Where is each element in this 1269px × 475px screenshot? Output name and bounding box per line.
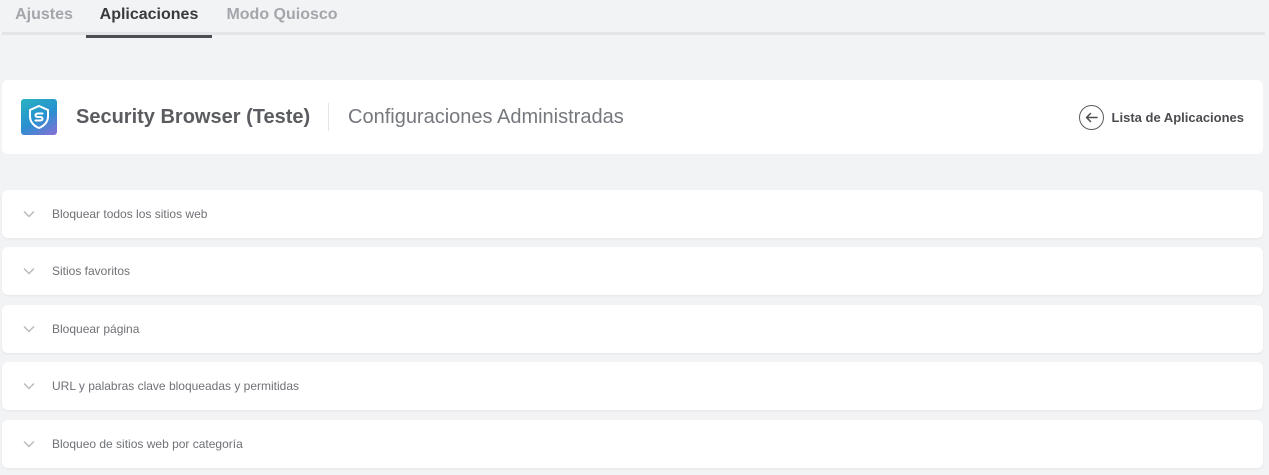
accordion-label: Sitios favoritos	[52, 264, 131, 278]
app-name: Security Browser (Teste)	[76, 106, 311, 128]
app-header-card: Security Browser (Teste) Configuraciones…	[2, 80, 1263, 154]
tab-ajustes[interactable]: Ajustes	[2, 0, 86, 35]
arrow-left-circle-icon	[1078, 104, 1104, 130]
accordion-category-blocking[interactable]: Bloqueo de sitios web por categoría	[2, 420, 1263, 468]
section-title: Configuraciones Administradas	[348, 106, 624, 128]
accordion-block-page[interactable]: Bloquear página	[2, 305, 1263, 353]
accordion-label: Bloqueo de sitios web por categoría	[52, 437, 243, 451]
tab-modo-quiosco[interactable]: Modo Quiosco	[212, 0, 352, 35]
accordion-label: URL y palabras clave bloqueadas y permit…	[52, 379, 300, 393]
tab-aplicaciones[interactable]: Aplicaciones	[86, 0, 212, 38]
back-link-label: Lista de Aplicaciones	[1111, 109, 1244, 125]
chevron-down-icon	[23, 325, 35, 333]
back-to-app-list-link[interactable]: Lista de Aplicaciones	[1078, 104, 1244, 130]
shield-s-icon	[21, 99, 57, 135]
accordion-label: Bloquear página	[52, 322, 140, 336]
header-divider	[328, 103, 329, 131]
chevron-down-icon	[23, 210, 35, 218]
tab-bar: Ajustes Aplicaciones Modo Quiosco	[2, 0, 1265, 38]
chevron-down-icon	[23, 440, 35, 448]
chevron-down-icon	[23, 267, 35, 275]
accordion-label: Bloquear todos los sitios web	[52, 207, 208, 221]
accordion-favorite-sites[interactable]: Sitios favoritos	[2, 247, 1263, 295]
chevron-down-icon	[23, 382, 35, 390]
accordion-url-keywords[interactable]: URL y palabras clave bloqueadas y permit…	[2, 362, 1263, 410]
accordion-block-all-sites[interactable]: Bloquear todos los sitios web	[2, 190, 1263, 238]
